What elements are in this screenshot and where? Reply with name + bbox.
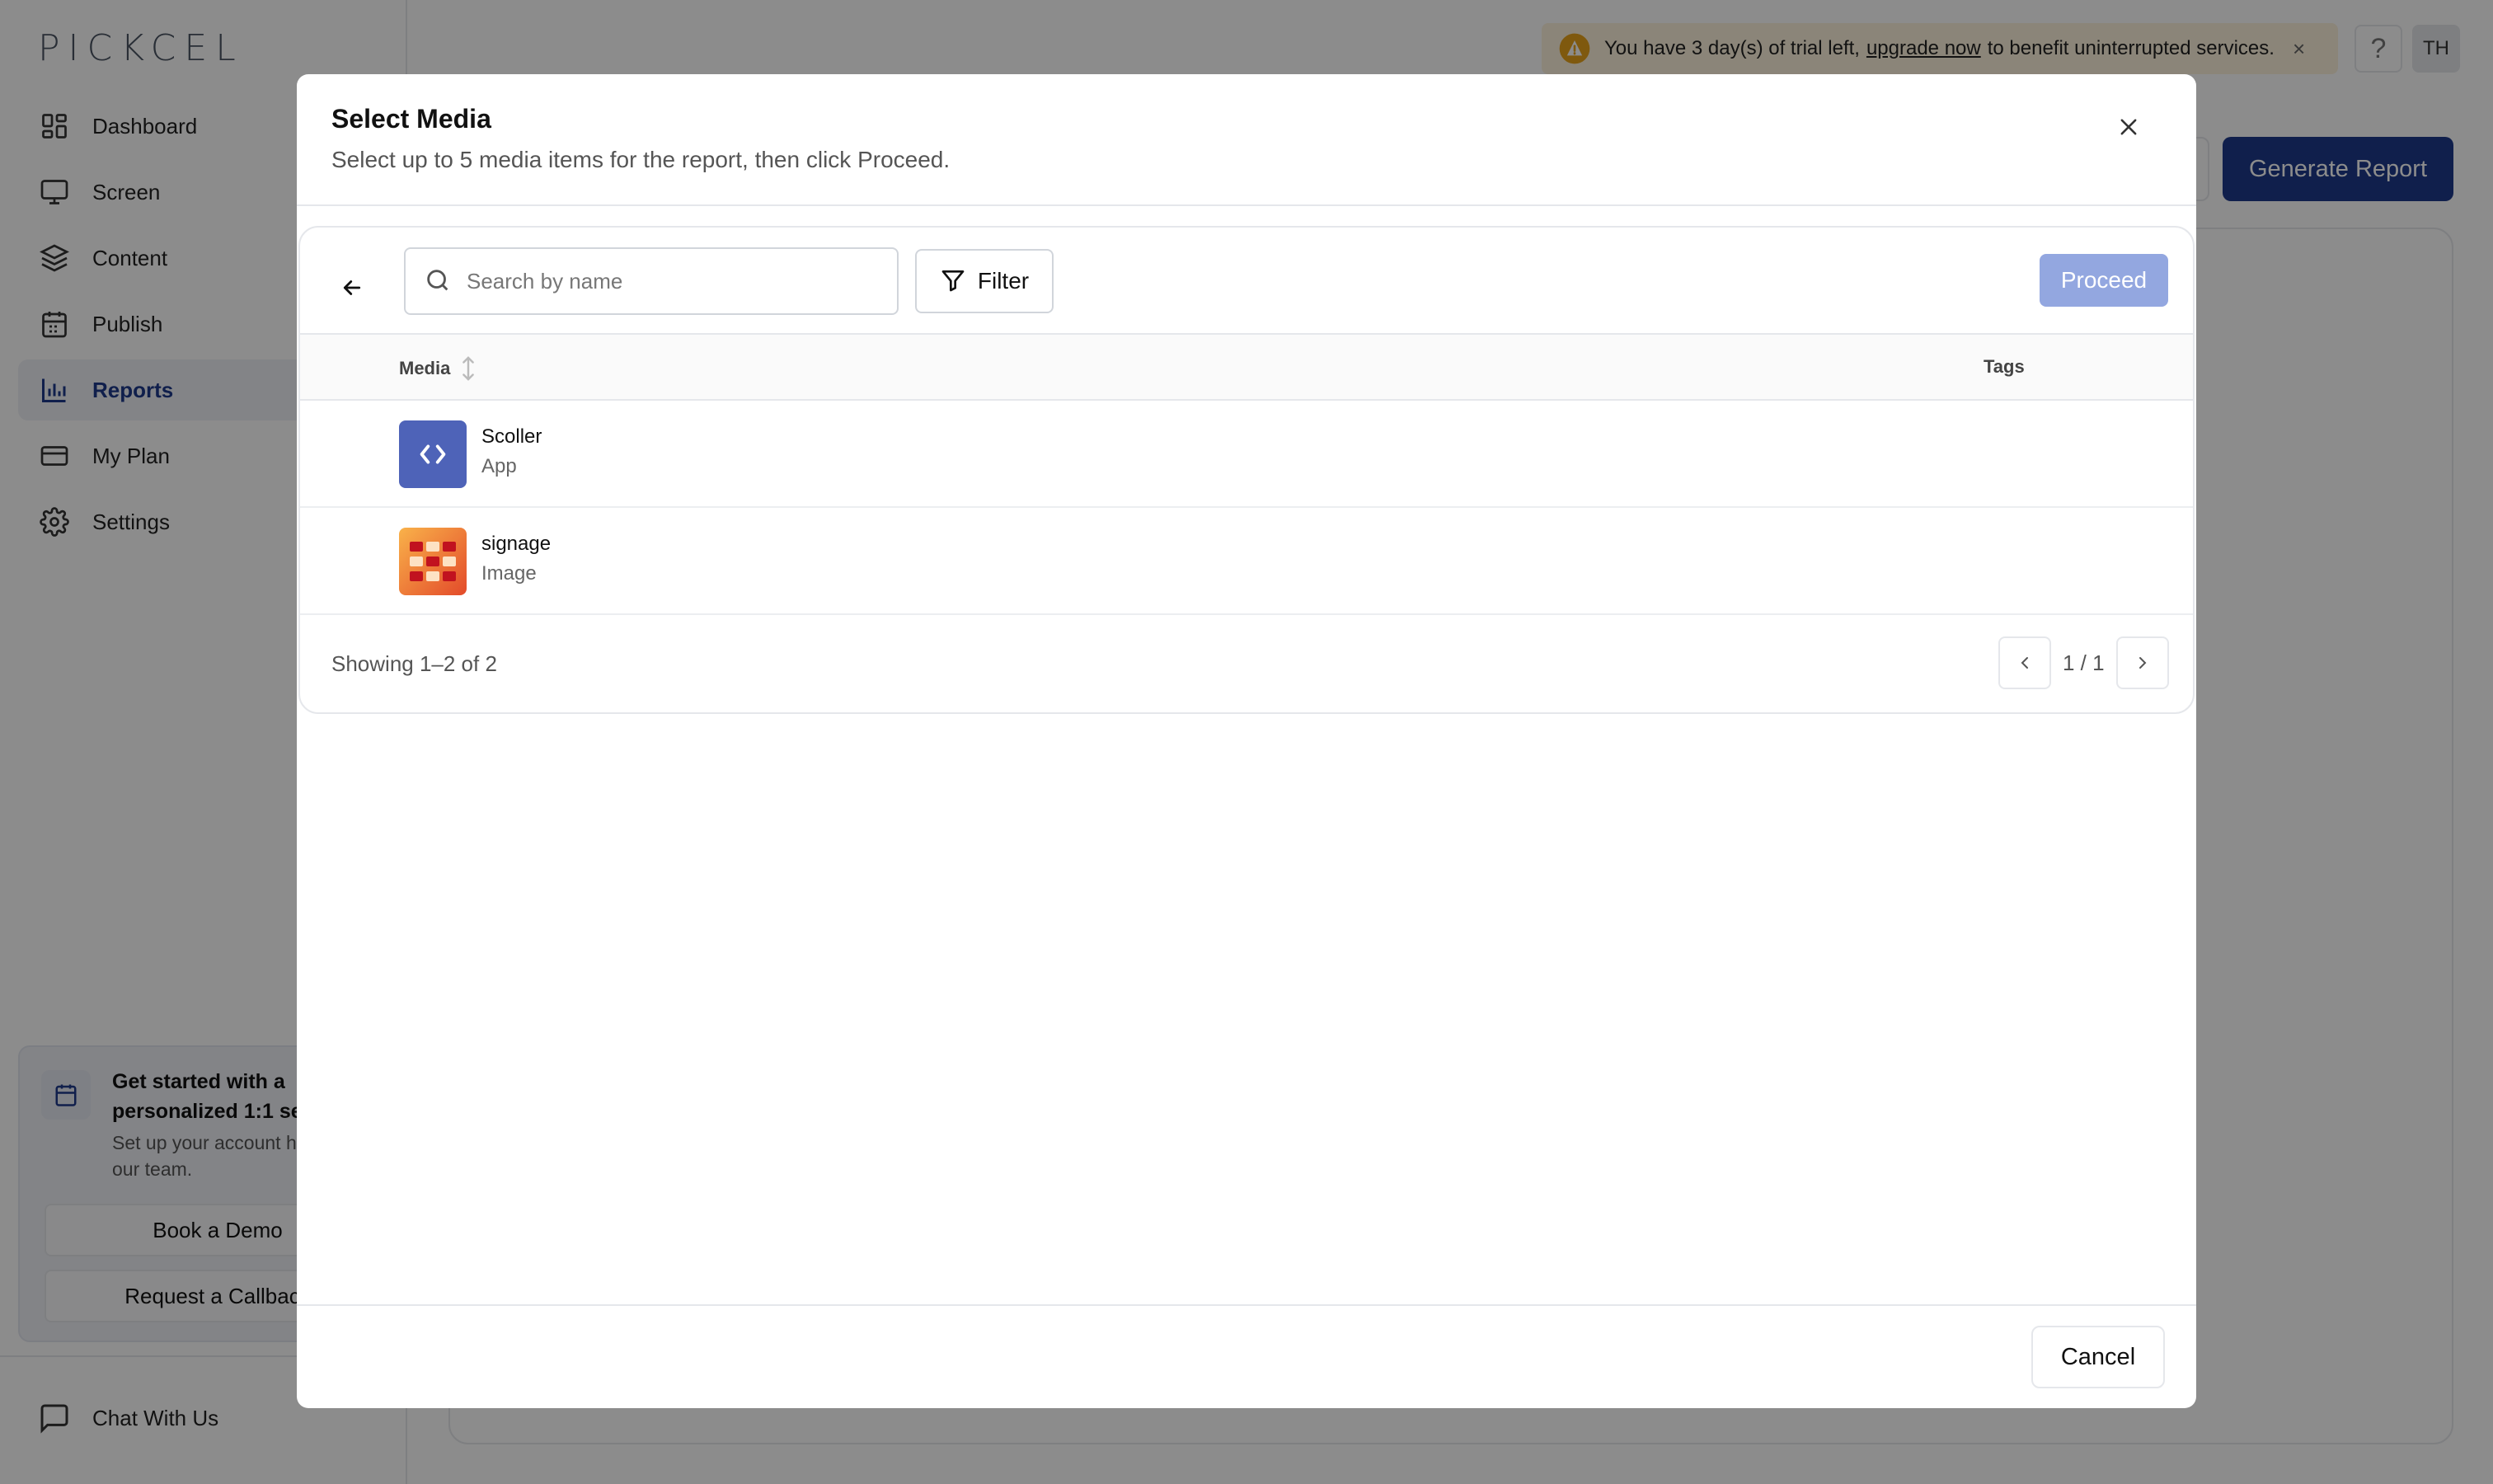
- table-row[interactable]: signage Image: [300, 508, 2193, 615]
- back-arrow-icon[interactable]: [331, 267, 373, 308]
- pagination-summary: Showing 1–2 of 2: [331, 651, 497, 676]
- dialog-header-divider: [297, 204, 2196, 206]
- image-thumbnail: [399, 528, 467, 595]
- table-row[interactable]: Scoller App: [300, 401, 2193, 508]
- pagination: 1 / 1: [1998, 636, 2169, 689]
- column-header-media[interactable]: Media: [399, 356, 477, 381]
- funnel-icon: [940, 267, 968, 295]
- page-indicator: 1 / 1: [2063, 650, 2105, 675]
- media-name: signage: [481, 533, 552, 555]
- prev-page-button[interactable]: [1998, 636, 2051, 689]
- app-code-icon: [399, 420, 467, 488]
- table-header: Media Tags: [300, 333, 2193, 401]
- dialog-title: Select Media: [331, 104, 491, 134]
- filter-label: Filter: [977, 268, 1030, 294]
- dialog-subtitle: Select up to 5 media items for the repor…: [331, 147, 951, 172]
- media-name: Scoller: [481, 425, 542, 448]
- search-field[interactable]: [404, 247, 899, 315]
- sort-icon[interactable]: [460, 356, 477, 381]
- column-header-tags: Tags: [1984, 356, 2025, 377]
- column-header-media-label: Media: [399, 358, 451, 378]
- select-media-dialog: Select Media Select up to 5 media items …: [297, 74, 2196, 1408]
- filter-button[interactable]: Filter: [915, 249, 1054, 313]
- media-type: App: [481, 455, 517, 477]
- close-icon[interactable]: [2112, 110, 2145, 143]
- next-page-button[interactable]: [2115, 636, 2169, 689]
- cancel-button[interactable]: Cancel: [2031, 1326, 2165, 1388]
- dialog-footer-divider: [297, 1304, 2196, 1306]
- proceed-button[interactable]: Proceed: [2040, 254, 2168, 307]
- search-icon: [424, 266, 453, 296]
- media-type: Image: [481, 562, 537, 585]
- search-input[interactable]: [467, 268, 879, 294]
- media-table-card: Filter Proceed Media Tags Scoller App: [298, 226, 2195, 714]
